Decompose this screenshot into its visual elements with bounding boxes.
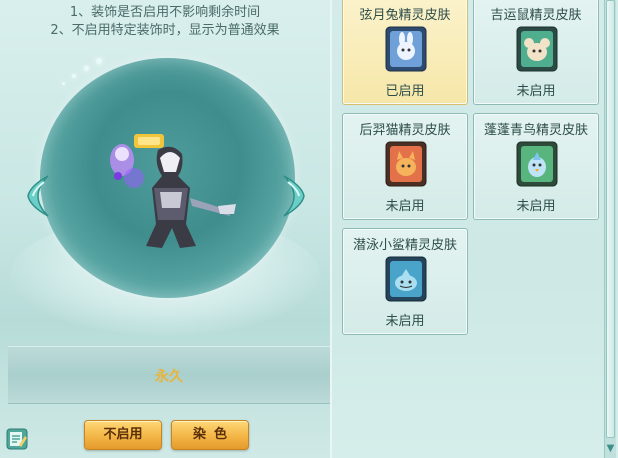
scrollbar-thumb[interactable] bbox=[606, 0, 615, 438]
skin-list-panel: 弦月兔精灵皮肤 已启用 吉运鼠精灵皮肤 未启用 后羿猫精灵皮肤 未启用 蓬蓬青鸟… bbox=[330, 0, 618, 458]
skin-card-rabbit[interactable]: 弦月兔精灵皮肤 已启用 bbox=[342, 0, 468, 105]
skin-status: 未启用 bbox=[516, 84, 556, 99]
bluebird-card-icon bbox=[514, 140, 560, 188]
skin-card-shark[interactable]: 潜泳小鲨精灵皮肤 未启用 bbox=[342, 228, 468, 335]
rotate-left-arrow-icon[interactable] bbox=[24, 172, 52, 220]
duration-band: 永久 bbox=[8, 346, 330, 404]
mouse-card-icon bbox=[514, 25, 560, 73]
note-line-2: 2、不启用特定装饰时，显示为普通效果 bbox=[50, 23, 280, 38]
skin-status: 未启用 bbox=[385, 314, 425, 329]
character-model bbox=[100, 128, 240, 258]
skin-status: 未启用 bbox=[385, 199, 425, 214]
skin-list-scrollbar[interactable]: ▼ bbox=[604, 0, 616, 458]
skin-name: 蓬蓬青鸟精灵皮肤 bbox=[483, 123, 588, 138]
dye-button[interactable]: 染色 bbox=[171, 420, 249, 450]
skin-name: 后羿猫精灵皮肤 bbox=[359, 123, 451, 138]
rabbit-card-icon bbox=[383, 25, 429, 73]
memo-icon[interactable] bbox=[6, 428, 28, 450]
note-line-1: 1、装饰是否启用不影响剩余时间 bbox=[69, 5, 261, 20]
disable-button[interactable]: 不启用 bbox=[84, 420, 162, 450]
cat-card-icon bbox=[383, 140, 429, 188]
skin-card-mouse[interactable]: 吉运鼠精灵皮肤 未启用 bbox=[473, 0, 599, 105]
scroll-down-arrow-icon[interactable]: ▼ bbox=[605, 442, 616, 456]
preview-panel: 1、装饰是否启用不影响剩余时间 2、不启用特定装饰时，显示为普通效果 永久 不启… bbox=[0, 0, 330, 458]
rotate-right-arrow-icon[interactable] bbox=[280, 172, 308, 220]
skin-card-cat[interactable]: 后羿猫精灵皮肤 未启用 bbox=[342, 113, 468, 220]
skin-card-bluebird[interactable]: 蓬蓬青鸟精灵皮肤 未启用 bbox=[473, 113, 599, 220]
skin-status: 已启用 bbox=[385, 84, 425, 99]
skin-status: 未启用 bbox=[516, 199, 556, 214]
sparkle-decoration bbox=[58, 52, 108, 92]
skin-name: 弦月兔精灵皮肤 bbox=[359, 8, 451, 23]
skin-name: 吉运鼠精灵皮肤 bbox=[490, 8, 582, 23]
duration-value: 永久 bbox=[155, 369, 183, 385]
shark-card-icon bbox=[383, 255, 429, 303]
usage-notes: 1、装饰是否启用不影响剩余时间 2、不启用特定装饰时，显示为普通效果 bbox=[0, 4, 330, 40]
skin-name: 潜泳小鲨精灵皮肤 bbox=[352, 238, 457, 253]
